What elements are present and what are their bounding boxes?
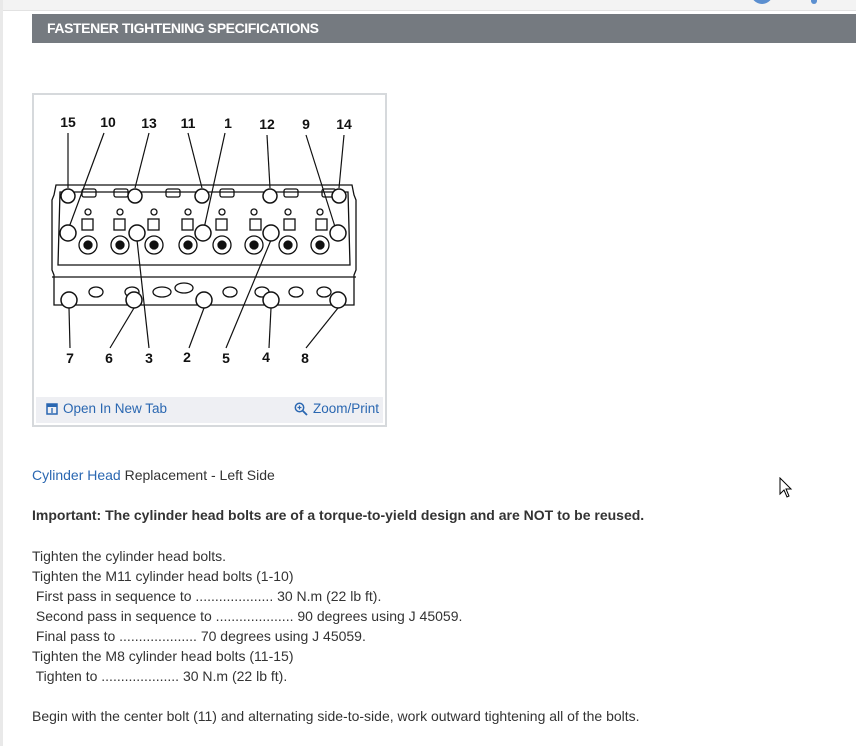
bolt-3: [128, 224, 146, 242]
open-in-new-tab-link[interactable]: Open In New Tab: [46, 401, 167, 416]
step-line: Tighten the M11 cylinder head bolts (1-1…: [32, 568, 294, 584]
bolt-label: 4: [262, 349, 270, 365]
bolt-7: [60, 291, 78, 309]
bolt-sequence-diagram: 15 10 13 11 1 12 9 14 7 6 3 2 5 4 8: [51, 114, 357, 366]
bolt-6: [125, 291, 143, 309]
bolt-8: [329, 291, 347, 309]
zoom-print-link[interactable]: Zoom/Print: [294, 401, 379, 416]
bolt-11: [194, 188, 210, 204]
bolt-12: [262, 188, 278, 204]
bolt-10: [59, 224, 77, 242]
zoom-print-label: Zoom/Print: [312, 401, 379, 416]
top-toolbar-edge: [3, 0, 856, 11]
bolt-14: [331, 188, 347, 204]
closing-line: Begin with the center bolt (11) and alte…: [32, 708, 640, 724]
toolbar-icon[interactable]: [751, 0, 773, 4]
bolt-label: 9: [302, 116, 310, 132]
bolt-label: 7: [66, 350, 74, 366]
section-header: FASTENER TIGHTENING SPECIFICATIONS: [32, 14, 856, 43]
bolt-1: [194, 224, 212, 242]
step-line: Final pass to .................... 70 de…: [32, 628, 366, 644]
zoom-icon: [294, 402, 308, 416]
bolt-label: 13: [141, 115, 157, 131]
bolt-label: 10: [100, 114, 116, 130]
intro-line: Cylinder Head Replacement - Left Side: [32, 465, 275, 485]
bolt-2: [195, 291, 213, 309]
bolt-5: [262, 224, 280, 242]
step-line: Tighten the cylinder head bolts.: [32, 548, 227, 564]
important-note: Important: The cylinder head bolts are o…: [32, 507, 645, 523]
bolt-label: 3: [145, 350, 153, 366]
step-line: Tighten the M8 cylinder head bolts (11-1…: [32, 648, 294, 664]
figure-footer: Open In New Tab Zoom/Print: [36, 397, 383, 423]
bolt-label: 11: [181, 115, 196, 131]
bolt-label: 15: [60, 114, 76, 130]
mouse-pointer-icon: [779, 477, 793, 498]
step-line: Second pass in sequence to .............…: [32, 608, 463, 624]
bolt-label: 12: [259, 116, 275, 132]
step-line: Tighten to .................... 30 N.m (…: [32, 668, 288, 684]
open-in-new-tab-label: Open In New Tab: [63, 401, 168, 416]
bolt-9: [329, 224, 347, 242]
bolt-label: 14: [336, 116, 352, 132]
cylinder-head-figure[interactable]: 15 10 13 11 1 12 9 14 7 6 3 2 5 4 8 Open…: [32, 93, 387, 427]
bolt-13: [127, 188, 143, 204]
bolt-label: 8: [301, 350, 309, 366]
bolt-label: 1: [224, 115, 232, 131]
step-line: First pass in sequence to ..............…: [32, 588, 382, 604]
bolt-4: [262, 291, 280, 309]
cylinder-head-link[interactable]: Cylinder Head: [32, 467, 121, 483]
bolt-label: 5: [222, 350, 230, 366]
toolbar-icon[interactable]: [811, 0, 817, 4]
intro-text: Replacement - Left Side: [120, 467, 275, 483]
bolt-label: 6: [105, 350, 113, 366]
bolt-15: [60, 188, 76, 204]
bolt-label: 2: [183, 349, 191, 365]
open-new-tab-icon: [46, 402, 58, 415]
page-left-edge: [0, 0, 3, 746]
